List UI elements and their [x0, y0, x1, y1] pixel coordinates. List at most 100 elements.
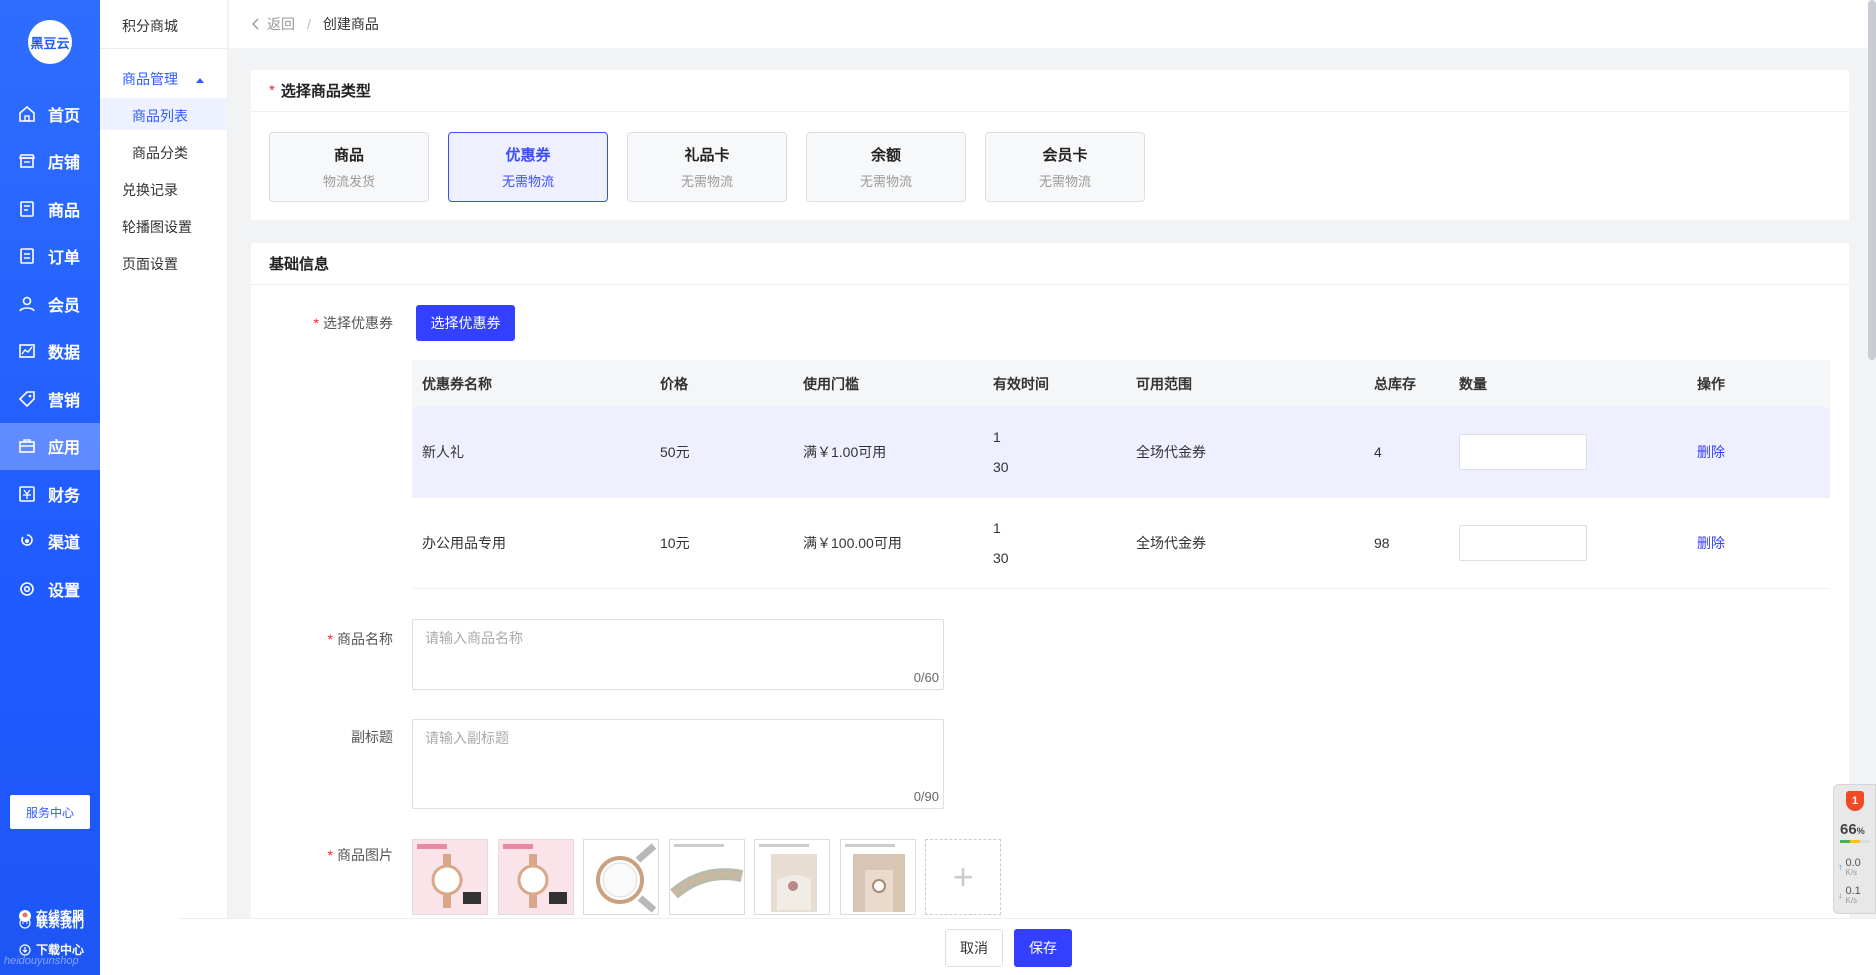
download-icon: [18, 943, 32, 957]
usage-bar: [1840, 840, 1870, 843]
basic-info-title: 基础信息: [269, 256, 330, 273]
contact-us-link[interactable]: 联系我们: [18, 914, 84, 931]
coupon-name: 新人礼: [422, 444, 464, 460]
nav-item-3[interactable]: 订单: [0, 233, 100, 281]
goods-name-input[interactable]: 请输入商品名称 0/60: [412, 619, 944, 690]
action-cell: 删除: [1687, 533, 1830, 553]
nav-item-7[interactable]: 应用: [0, 422, 100, 470]
sub-item-goods-list[interactable]: 商品列表: [132, 106, 188, 126]
column-header: 数量: [1459, 375, 1487, 392]
nav-item-2[interactable]: 商品: [0, 185, 100, 233]
valid-to: 30: [993, 550, 1009, 566]
subtitle-input[interactable]: 请输入副标题 0/90: [412, 719, 944, 809]
type-option-3[interactable]: 余额 无需物流: [806, 132, 966, 202]
shield-icon: 1: [1846, 791, 1864, 811]
select-coupon-button[interactable]: 选择优惠券: [416, 305, 515, 341]
nav-label: 应用: [48, 440, 81, 458]
goods-name-counter: 0/60: [913, 670, 939, 685]
sub-item-goods-category[interactable]: 商品分类: [132, 143, 188, 163]
type-option-4[interactable]: 会员卡 无需物流: [985, 132, 1145, 202]
page-scrollbar[interactable]: [1868, 0, 1876, 360]
watch-image-6[interactable]: [839, 839, 916, 915]
type-title: 会员卡: [1042, 147, 1088, 164]
watch-image-2[interactable]: [497, 839, 574, 915]
nav-label: 营销: [48, 392, 81, 410]
nav-item-4[interactable]: 会员: [0, 280, 100, 328]
home-icon: [18, 105, 36, 123]
subtitle-label: 副标题: [351, 729, 393, 745]
coupon-label-text: 选择优惠券: [323, 315, 393, 331]
type-option-1[interactable]: 优惠券 无需物流: [448, 132, 608, 202]
required-mark: *: [327, 847, 333, 863]
coupon-stock: 98: [1374, 535, 1390, 551]
save-button[interactable]: 保存: [1014, 929, 1072, 967]
goods-icon: [18, 200, 36, 218]
quantity-input[interactable]: [1459, 434, 1587, 470]
goods-name-placeholder: 请输入商品名称: [425, 630, 523, 646]
goods-name-label: * 商品名称: [273, 629, 393, 649]
coupon-table: 优惠券名称 价格 使用门槛 有效时间 可用范围 总库存 数量 操作 新人礼 50元 满￥1.00可…: [412, 360, 1830, 589]
network-monitor-widget[interactable]: 1 66% ↑ 0.0 K/s ↓ 0.1 K/s: [1833, 784, 1876, 914]
sub-group-goods-manage[interactable]: 商品管理: [122, 69, 204, 89]
brand-logo[interactable]: 黑豆云: [28, 20, 72, 64]
cpu-percent: 66%: [1840, 821, 1865, 838]
quantity-cell: [1449, 525, 1687, 561]
type-section: * 选择商品类型 商品 物流发货 优惠券 无需物流 礼品卡 无需物流 余额 无需物流 会员卡 无需…: [251, 70, 1849, 220]
service-center-button[interactable]: 服务中心: [10, 795, 90, 829]
arrow-up-icon: ↑: [1838, 862, 1843, 872]
gear-icon: [18, 580, 36, 598]
type-title: 商品: [333, 147, 364, 164]
watch-image-5[interactable]: [754, 839, 830, 915]
nav-label: 数据: [48, 345, 81, 363]
breadcrumb-current: 创建商品: [322, 16, 379, 32]
nav-label: 首页: [48, 107, 81, 125]
add-image-button[interactable]: +: [925, 839, 1001, 915]
download-center-link[interactable]: 下载中心: [18, 941, 84, 958]
nav-item-0[interactable]: 首页: [0, 90, 100, 138]
goods-name-label-text: 商品名称: [337, 631, 393, 647]
watch-image-3[interactable]: [583, 839, 659, 915]
column-header: 价格: [660, 375, 688, 392]
column-header: 总库存: [1374, 375, 1416, 392]
type-option-0[interactable]: 商品 物流发货: [269, 132, 429, 202]
sub-item-page-settings[interactable]: 页面设置: [122, 254, 178, 274]
basic-info-header: 基础信息: [251, 243, 1849, 285]
nav-item-5[interactable]: 数据: [0, 328, 100, 376]
cancel-button[interactable]: 取消: [945, 929, 1003, 967]
finance-icon: [18, 485, 36, 503]
sub-item-exchange-records[interactable]: 兑换记录: [122, 180, 178, 200]
back-link[interactable]: 返回: [251, 14, 295, 34]
quantity-input[interactable]: [1459, 525, 1587, 561]
type-section-header: * 选择商品类型: [251, 70, 1849, 112]
watch-image-1[interactable]: [412, 839, 488, 915]
type-title: 礼品卡: [684, 147, 730, 164]
delete-link[interactable]: 删除: [1697, 535, 1725, 551]
type-title: 余额: [870, 147, 901, 164]
store-icon: [18, 152, 36, 170]
type-section-title: 选择商品类型: [280, 83, 371, 100]
nav-label: 设置: [48, 582, 81, 600]
nav-item-10[interactable]: 设置: [0, 565, 100, 613]
nav-item-8[interactable]: 财务: [0, 470, 100, 518]
action-cell: 删除: [1687, 442, 1830, 462]
nav-item-6[interactable]: 营销: [0, 375, 100, 423]
basic-info-section: 基础信息 * 选择优惠券 选择优惠券 优惠券名称 价格 使用门槛 有效时间 可用范围 总库存…: [251, 243, 1849, 975]
delete-link[interactable]: 删除: [1697, 444, 1725, 460]
type-options: 商品 物流发货 优惠券 无需物流 礼品卡 无需物流 余额 无需物流 会员卡 无需物流: [269, 132, 1164, 202]
subtitle-counter: 0/90: [913, 789, 939, 804]
sub-group-label: 商品管理: [122, 71, 178, 87]
valid-from: 1: [993, 429, 1001, 445]
download-center-label: 下载中心: [36, 943, 85, 957]
column-header: 操作: [1697, 375, 1725, 392]
sub-item-carousel-settings[interactable]: 轮播图设置: [122, 217, 192, 237]
coupon-name: 办公用品专用: [422, 535, 506, 551]
nav-label: 订单: [48, 250, 81, 268]
watch-image-4[interactable]: [668, 839, 745, 915]
nav-item-1[interactable]: 店铺: [0, 138, 100, 186]
divider: [100, 48, 228, 49]
percent-value: 66: [1840, 821, 1857, 838]
table-row: 新人礼 50元 满￥1.00可用 1 30 全场代金券 4 删除: [412, 407, 1830, 498]
type-option-2[interactable]: 礼品卡 无需物流: [627, 132, 787, 202]
nav-label: 财务: [48, 487, 81, 505]
nav-item-9[interactable]: 渠道: [0, 518, 100, 566]
